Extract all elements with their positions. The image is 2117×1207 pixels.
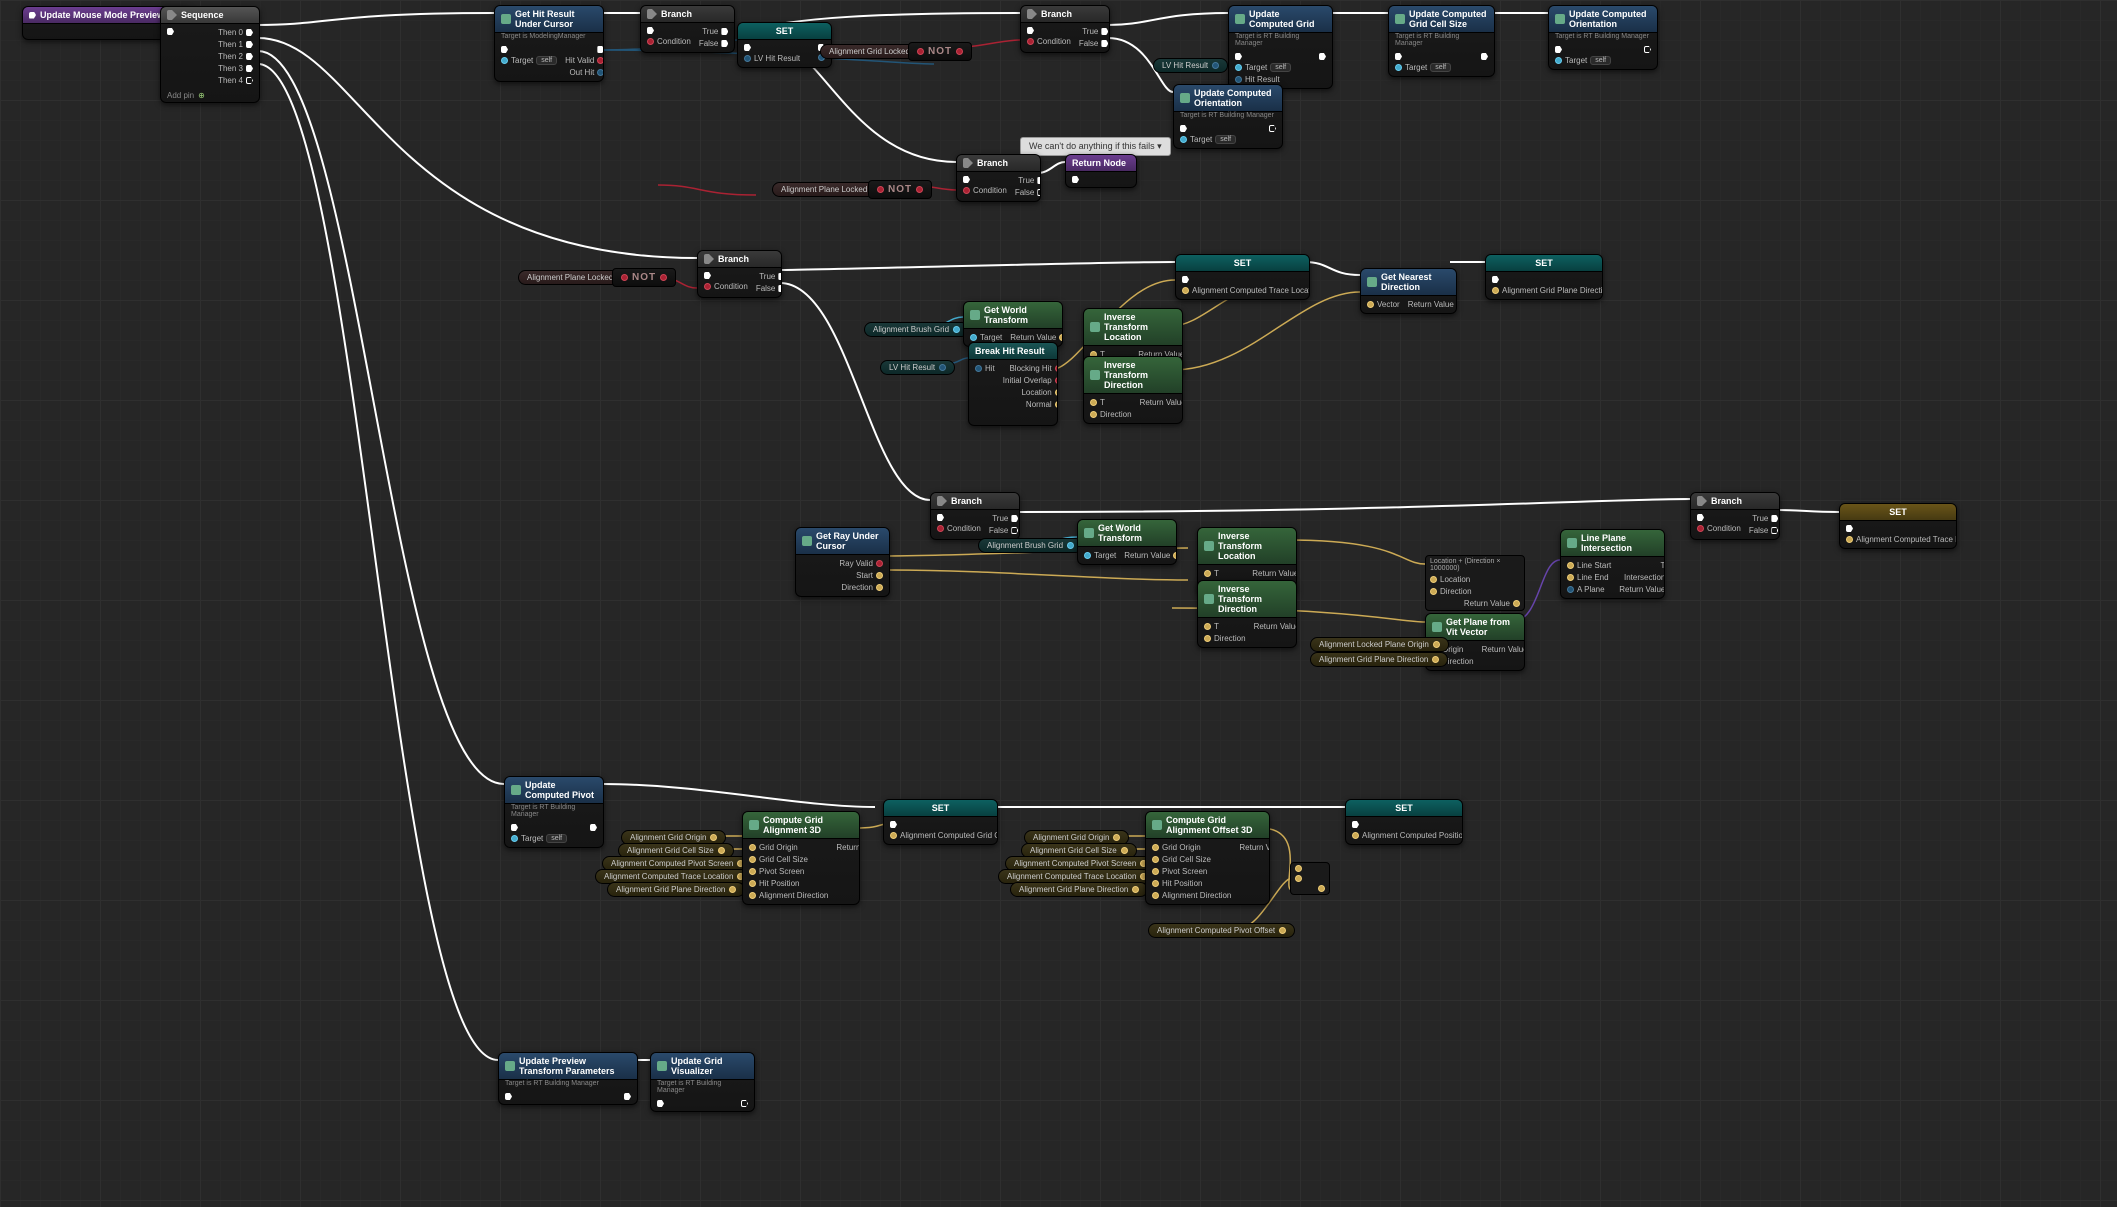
var-alpo[interactable]: Alignment Locked Plane Origin bbox=[1310, 637, 1449, 652]
node-update-preview-transform[interactable]: Update Preview Transform Parameters Targ… bbox=[498, 1052, 638, 1105]
pin-then2[interactable]: Then 2 bbox=[218, 52, 253, 61]
node-update-orientation-2[interactable]: Update Computed Orientation Target is RT… bbox=[1173, 84, 1283, 149]
node-get-ray-under-cursor[interactable]: Get Ray Under Cursor Ray Valid Start Dir… bbox=[795, 527, 890, 597]
node-subtract[interactable] bbox=[1290, 862, 1330, 895]
node-set-acgc[interactable]: SET Alignment Computed Grid Cell bbox=[883, 799, 998, 845]
node-get-hit-result[interactable]: Get Hit Result Under Cursor Target is Mo… bbox=[494, 5, 604, 82]
node-update-grid-cell-size[interactable]: Update Computed Grid Cell Size Target is… bbox=[1388, 5, 1495, 77]
node-branch-5[interactable]: Branch ConditionTrueFalse bbox=[930, 492, 1020, 540]
node-inverse-transform-direction-2[interactable]: Inverse Transform Direction TDirectionRe… bbox=[1197, 580, 1297, 648]
node-branch-3[interactable]: Branch Condition TrueFalse bbox=[956, 154, 1041, 202]
node-update-orientation-1[interactable]: Update Computed Orientation Target is RT… bbox=[1548, 5, 1658, 70]
node-branch-1[interactable]: Branch Condition TrueFalse bbox=[640, 5, 735, 53]
node-update-grid-visualizer[interactable]: Update Grid Visualizer Target is RT Buil… bbox=[650, 1052, 755, 1112]
node-get-world-transform-1[interactable]: Get World Transform TargetReturn Value bbox=[963, 301, 1063, 347]
node-compute-grid-alignment-offset-3d[interactable]: Compute Grid Alignment Offset 3D Grid Or… bbox=[1145, 811, 1270, 905]
node-get-world-transform-2[interactable]: Get World Transform TargetReturn Value bbox=[1077, 519, 1177, 565]
pin-then4[interactable]: Then 4 bbox=[218, 76, 253, 85]
title: Sequence bbox=[181, 10, 224, 20]
pin-exec-in[interactable] bbox=[167, 28, 174, 35]
comment-math: Location + (Direction × 1000000) Locatio… bbox=[1425, 555, 1525, 611]
pin-then3[interactable]: Then 3 bbox=[218, 64, 253, 73]
pin-then0[interactable]: Then 0 bbox=[218, 28, 253, 37]
var-agpd-2[interactable]: Alignment Grid Plane Direction bbox=[1010, 882, 1148, 897]
node-break-hit-result[interactable]: Break Hit Result Hit Blocking Hit Initia… bbox=[968, 342, 1058, 426]
node-not-3[interactable]: NOT bbox=[612, 268, 676, 287]
var-lvhit-1[interactable]: LV Hit Result bbox=[1153, 58, 1228, 73]
add-pin-button[interactable]: Add pin⊕ bbox=[161, 89, 259, 102]
node-set-lvhit[interactable]: SET LV Hit Result bbox=[737, 22, 832, 68]
node-not-2[interactable]: NOT bbox=[868, 180, 932, 199]
node-branch-4[interactable]: Branch Condition TrueFalse bbox=[697, 250, 782, 298]
var-agpd-get[interactable]: Alignment Grid Plane Direction bbox=[1310, 652, 1448, 667]
node-return[interactable]: Return Node bbox=[1065, 154, 1137, 188]
var-agpd-1[interactable]: Alignment Grid Plane Direction bbox=[607, 882, 745, 897]
pin-then1[interactable]: Then 1 bbox=[218, 40, 253, 49]
node-not-1[interactable]: NOT bbox=[908, 42, 972, 61]
title: Update Mouse Mode Preview bbox=[40, 10, 164, 20]
node-line-plane-intersection[interactable]: Line Plane Intersection Line Start Line … bbox=[1560, 529, 1665, 599]
var-alignment-brush-grid-2[interactable]: Alignment Brush Grid bbox=[978, 538, 1083, 553]
node-get-nearest-direction[interactable]: Get Nearest Direction VectorReturn Value bbox=[1360, 268, 1457, 314]
node-sequence[interactable]: Sequence Then 0 Then 1 Then 2 Then 3 The… bbox=[160, 6, 260, 103]
node-update-computed-pivot[interactable]: Update Computed Pivot Target is RT Build… bbox=[504, 776, 604, 848]
var-acpo-get[interactable]: Alignment Computed Pivot Offset bbox=[1148, 923, 1295, 938]
node-set-acp[interactable]: SET Alignment Computed Position bbox=[1345, 799, 1463, 845]
node-compute-grid-alignment-3d[interactable]: Compute Grid Alignment 3D Grid Origin Gr… bbox=[742, 811, 860, 905]
node-branch-6[interactable]: Branch ConditionTrueFalse bbox=[1690, 492, 1780, 540]
node-update-computed-grid[interactable]: Update Computed Grid Target is RT Buildi… bbox=[1228, 5, 1333, 89]
var-lvhit-2[interactable]: LV Hit Result bbox=[880, 360, 955, 375]
node-set-agpd[interactable]: SET Alignment Grid Plane Direction bbox=[1485, 254, 1603, 300]
node-set-actl-2[interactable]: SET Alignment Computed Trace Location bbox=[1839, 503, 1957, 549]
node-set-actl-1[interactable]: SET Alignment Computed Trace Location bbox=[1175, 254, 1310, 300]
node-branch-2[interactable]: Branch Condition TrueFalse bbox=[1020, 5, 1110, 53]
node-inverse-transform-direction-1[interactable]: Inverse Transform Direction TDirectionRe… bbox=[1083, 356, 1183, 424]
var-alignment-brush-grid-1[interactable]: Alignment Brush Grid bbox=[864, 322, 969, 337]
